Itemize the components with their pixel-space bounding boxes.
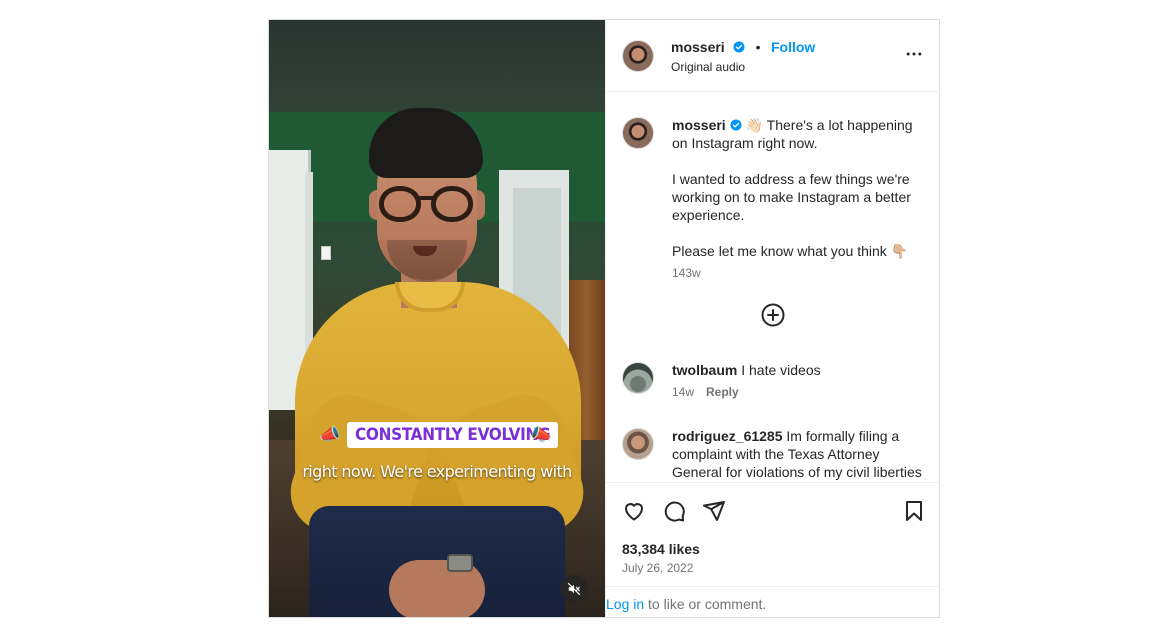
caption-line-3: Please let me know what you think (672, 243, 887, 259)
bookmark-icon[interactable] (902, 499, 926, 523)
comment-icon[interactable] (662, 499, 686, 523)
login-prompt-text: to like or comment. (644, 596, 767, 612)
video-subtitle: right now. We're experimenting with (302, 462, 572, 481)
glasses-right-lens (431, 186, 473, 222)
audio-label[interactable]: Original audio (671, 60, 745, 74)
light-switch (321, 246, 331, 260)
reply-button[interactable]: Reply (706, 385, 739, 399)
glasses-bridge (419, 196, 433, 200)
verified-badge-icon (733, 41, 745, 53)
commenter-avatar[interactable] (622, 362, 654, 394)
megaphone-icon: 📣 (531, 425, 553, 444)
likes-count[interactable]: 83,384 likes (622, 541, 700, 557)
load-more-comments-icon[interactable] (761, 303, 785, 327)
video-caption-tag: CONSTANTLY EVOLVING (347, 422, 559, 448)
commenter-avatar[interactable] (622, 428, 654, 460)
follow-button[interactable]: Follow (771, 39, 815, 55)
mute-button[interactable] (560, 575, 588, 603)
comment-item: rodriguez_61285 Im formally filing a com… (622, 428, 932, 482)
video-player[interactable]: 📣 CONSTANTLY EVOLVING 📣 right now. We're… (269, 20, 605, 617)
comment-item: twolbaum I hate videos 14w Reply (622, 362, 932, 408)
heart-icon[interactable] (622, 499, 646, 523)
verified-badge-icon (730, 119, 742, 131)
separator-dot: • (755, 39, 761, 55)
speaker-muted-icon (567, 582, 581, 596)
more-options-button[interactable] (902, 42, 926, 66)
ceiling (269, 20, 605, 112)
comment-username[interactable]: rodriguez_61285 (672, 428, 783, 444)
login-link[interactable]: Log in (606, 596, 644, 612)
glasses-left-lens (379, 186, 421, 222)
wave-emoji: 👋🏻 (745, 117, 764, 133)
share-icon[interactable] (702, 499, 726, 523)
caption-line-2: I wanted to address a few things we're w… (672, 171, 911, 223)
wristwatch (447, 554, 473, 572)
post-caption: mosseri 👋🏻 There's a lot happening on In… (622, 117, 932, 297)
comment-text: I hate videos (741, 362, 821, 378)
caption-timestamp[interactable]: 143w (672, 264, 928, 282)
pointing-down-emoji: 👇🏼 (890, 243, 909, 259)
comment-username[interactable]: twolbaum (672, 362, 737, 378)
author-avatar[interactable] (622, 40, 654, 72)
caption-username[interactable]: mosseri (672, 117, 726, 133)
comments-list[interactable]: mosseri 👋🏻 There's a lot happening on In… (606, 93, 940, 482)
post-modal: 📣 CONSTANTLY EVOLVING 📣 right now. We're… (268, 19, 940, 618)
login-prompt: Log in to like or comment. (606, 586, 940, 617)
action-bar: 83,384 likes July 26, 2022 (606, 482, 940, 584)
caption-author-avatar[interactable] (622, 117, 654, 149)
comment-timestamp[interactable]: 14w (672, 385, 694, 399)
post-sidebar: mosseri • Follow Original audio mosseri … (605, 20, 940, 617)
post-date[interactable]: July 26, 2022 (622, 561, 693, 575)
post-header: mosseri • Follow Original audio (606, 20, 940, 92)
megaphone-icon: 📣 (319, 425, 341, 444)
more-horizontal-icon (906, 52, 922, 56)
author-username[interactable]: mosseri (671, 39, 725, 55)
